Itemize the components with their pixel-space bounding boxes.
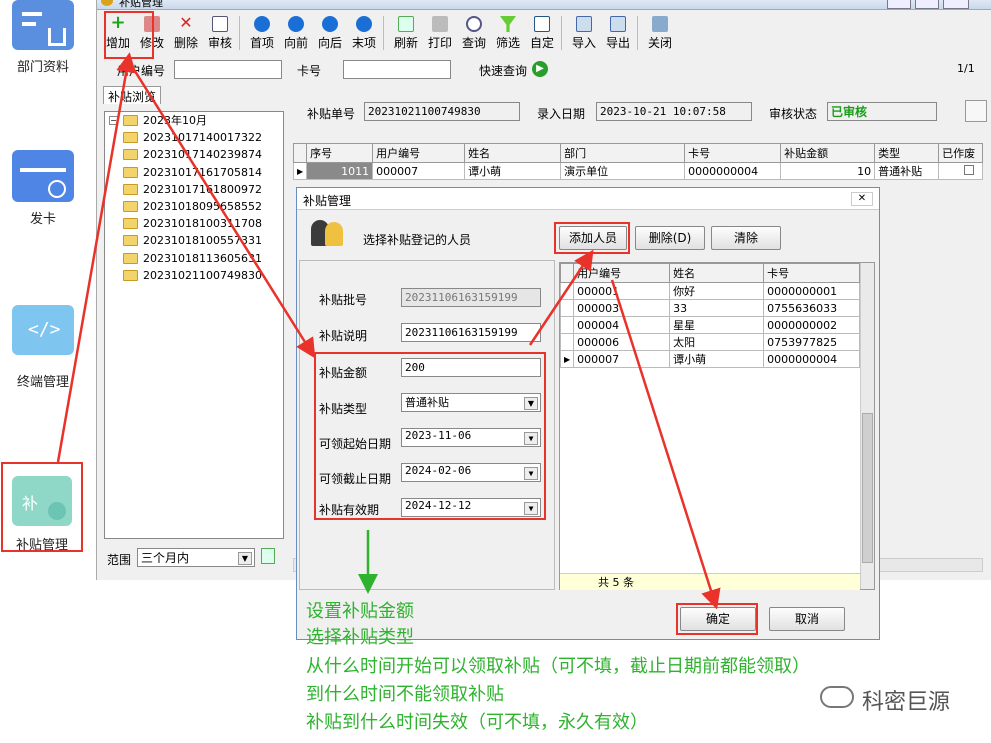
arrow-nav-to-add (56, 52, 137, 463)
annotation-arrows (56, 52, 721, 610)
annotation-type: 选择补贴类型 (306, 627, 414, 648)
annotation-end: 到什么时间不能领取补贴 (306, 684, 504, 705)
watermark: 科密巨源 (862, 690, 951, 715)
arrow-add-to-form (126, 59, 316, 359)
arrow-to-ok (610, 279, 721, 610)
wechat-icon (820, 686, 854, 708)
annotation-start: 从什么时间开始可以领取补贴（可不填，截止日期前都能领取） (306, 656, 810, 677)
arrow-form-to-add-person (528, 249, 594, 346)
annotation-amount: 设置补贴金额 (306, 601, 414, 622)
annotation-expire: 补贴到什么时间失效（可不填，永久有效） (306, 712, 648, 733)
